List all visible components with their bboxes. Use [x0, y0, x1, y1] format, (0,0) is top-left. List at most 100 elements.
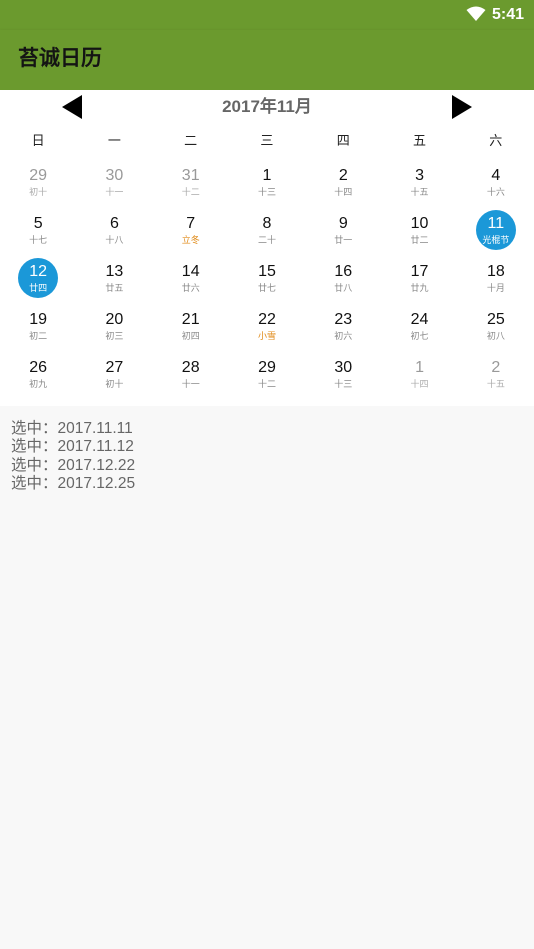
status-bar: 5:41 [0, 0, 534, 30]
day-cell[interactable]: 29 初十 [0, 162, 76, 210]
day-cell[interactable]: 16 廿八 [305, 258, 381, 306]
weekday-label: 四 [336, 133, 350, 148]
day-number: 12 [29, 263, 48, 280]
day-bubble: 20 初三 [94, 306, 134, 346]
lunar-date: 十四 [334, 187, 353, 197]
day-grid: 29 初十 30 十一 31 十二 1 十三 2 十四 3 十五 4 十六 5 十七 6 十八 7 立冬 8 二十 9 廿一 1… [0, 162, 534, 402]
day-bubble: 23 初六 [323, 306, 363, 346]
calendar: 2017年11月 日 一 二 三 四 五 六 29 初十 30 十一 31 十二 1 十三 2 十… [0, 90, 534, 406]
day-number: 24 [410, 311, 429, 328]
weekday-label: 五 [412, 133, 426, 148]
selected-date-line: 选中：2017.11.12 [11, 438, 134, 456]
app-bar: 苔诚日历 [0, 30, 534, 90]
day-bubble: 10 廿二 [400, 210, 440, 250]
day-bubble: 22 小雪 [247, 306, 287, 346]
day-cell[interactable]: 1 十四 [381, 354, 457, 402]
lunar-date: 立冬 [181, 235, 200, 245]
lunar-date: 十三 [334, 379, 353, 389]
day-number: 25 [486, 311, 505, 328]
day-cell[interactable]: 7 立冬 [153, 210, 229, 258]
day-bubble: 24 初七 [400, 306, 440, 346]
weekday-label: 三 [260, 133, 274, 148]
day-cell[interactable]: 30 十一 [76, 162, 152, 210]
day-cell[interactable]: 15 廿七 [229, 258, 305, 306]
day-number: 3 [415, 167, 425, 184]
day-cell[interactable]: 21 初四 [153, 306, 229, 354]
day-number: 18 [486, 263, 505, 280]
next-month-icon[interactable] [448, 94, 474, 120]
day-cell[interactable]: 6 十八 [76, 210, 152, 258]
day-cell[interactable]: 2 十五 [458, 354, 534, 402]
day-cell[interactable]: 13 廿五 [76, 258, 152, 306]
lunar-date: 廿四 [29, 283, 48, 293]
day-number: 10 [410, 215, 429, 232]
day-cell[interactable]: 22 小雪 [229, 306, 305, 354]
selection-list: 选中：2017.11.11 选中：2017.11.12 选中：2017.12.22 选… [11, 420, 511, 493]
day-cell[interactable]: 28 十一 [153, 354, 229, 402]
day-number: 17 [410, 263, 429, 280]
day-bubble: 13 廿五 [94, 258, 134, 298]
day-cell[interactable]: 12 廿四 [0, 258, 76, 306]
day-number: 2 [491, 359, 501, 376]
day-bubble: 16 廿八 [323, 258, 363, 298]
day-cell[interactable]: 1 十三 [229, 162, 305, 210]
lunar-date: 十月 [486, 283, 505, 293]
lunar-date: 初三 [105, 331, 124, 341]
day-number: 8 [262, 215, 272, 232]
day-cell[interactable]: 29 十二 [229, 354, 305, 402]
day-number: 7 [186, 215, 196, 232]
day-bubble: 19 初二 [18, 306, 58, 346]
weekday-label: 六 [489, 133, 503, 148]
day-cell[interactable]: 19 初二 [0, 306, 76, 354]
day-number: 26 [29, 359, 48, 376]
lunar-date: 十三 [257, 187, 276, 197]
day-bubble: 30 十三 [323, 354, 363, 394]
day-number: 28 [181, 359, 200, 376]
lunar-date: 廿一 [334, 235, 353, 245]
day-number: 9 [338, 215, 348, 232]
day-cell[interactable]: 17 廿九 [381, 258, 457, 306]
selected-day-marker: 11 光棍节 [475, 210, 516, 250]
day-number: 14 [181, 263, 200, 280]
day-cell[interactable]: 10 廿二 [381, 210, 457, 258]
lunar-date: 十五 [486, 379, 505, 389]
day-bubble: 29 十二 [247, 354, 287, 394]
day-cell[interactable]: 30 十三 [305, 354, 381, 402]
day-number: 22 [258, 311, 276, 328]
day-bubble: 21 初四 [171, 306, 211, 346]
day-cell[interactable]: 24 初七 [381, 306, 457, 354]
day-number: 2 [338, 167, 348, 184]
day-cell[interactable]: 20 初三 [76, 306, 152, 354]
selected-day-marker: 12 廿四 [18, 258, 59, 298]
day-cell[interactable]: 27 初十 [76, 354, 152, 402]
day-bubble: 15 廿七 [247, 258, 287, 298]
lunar-date: 十四 [410, 379, 429, 389]
day-cell[interactable]: 9 廿一 [305, 210, 381, 258]
day-cell[interactable]: 3 十五 [381, 162, 457, 210]
lunar-date: 十六 [486, 187, 505, 197]
day-cell[interactable]: 4 十六 [458, 162, 534, 210]
day-cell[interactable]: 11 光棍节 [458, 210, 534, 258]
day-bubble: 17 廿九 [400, 258, 440, 298]
day-cell[interactable]: 23 初六 [305, 306, 381, 354]
wifi-icon [466, 6, 486, 21]
day-cell[interactable]: 25 初八 [458, 306, 534, 354]
day-cell[interactable]: 8 二十 [229, 210, 305, 258]
selected-date-line: 选中：2017.11.11 [11, 420, 133, 437]
day-cell[interactable]: 14 廿六 [153, 258, 229, 306]
day-bubble: 26 初九 [18, 354, 58, 394]
day-number: 1 [262, 167, 272, 184]
day-cell[interactable]: 31 十二 [153, 162, 229, 210]
lunar-date: 十二 [257, 379, 276, 389]
day-cell[interactable]: 2 十四 [305, 162, 381, 210]
lunar-date: 初九 [29, 379, 48, 389]
day-bubble: 1 十四 [400, 354, 440, 394]
day-bubble: 1 十三 [247, 162, 287, 202]
day-cell[interactable]: 5 十七 [0, 210, 76, 258]
day-number: 30 [105, 167, 124, 184]
day-cell[interactable]: 26 初九 [0, 354, 76, 402]
day-cell[interactable]: 18 十月 [458, 258, 534, 306]
day-number: 27 [105, 359, 124, 376]
day-number: 13 [105, 263, 124, 280]
lunar-date: 廿六 [181, 283, 200, 293]
